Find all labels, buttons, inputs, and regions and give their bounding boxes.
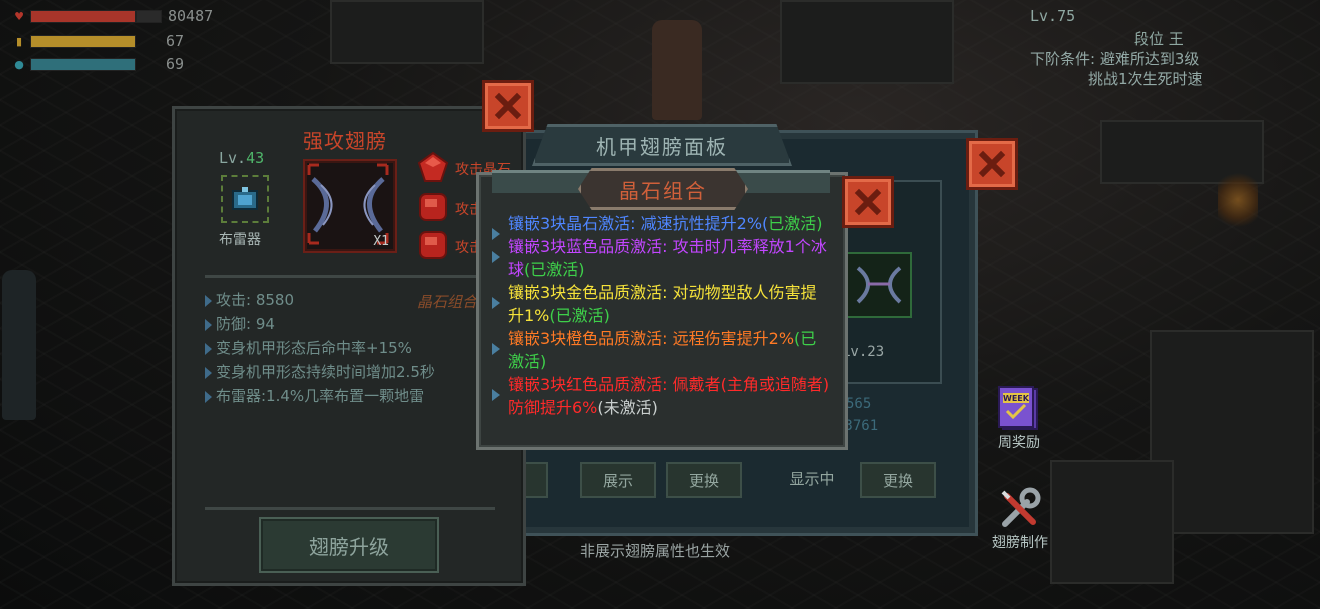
showing-status: 显示中 <box>789 469 835 488</box>
wing-craft-button[interactable]: 翅膀制作 <box>992 486 1048 552</box>
hp-bar-empty <box>136 9 162 23</box>
combo-status: (未激活) <box>597 398 658 417</box>
stat-attack: 攻击: 8580 <box>205 289 294 310</box>
mech-stat-1: 565 <box>846 396 872 412</box>
mech-wing-panel-title: 机甲翅膀面板 <box>532 124 792 166</box>
wing-level: Lv.43 <box>219 149 265 167</box>
wing-item-slot[interactable]: X1 <box>303 159 397 253</box>
combo-status: (已激活) <box>524 260 585 279</box>
swap-wing-button-1[interactable]: 更换 <box>666 462 742 498</box>
background-building <box>330 0 484 64</box>
combo-item: 镶嵌3块蓝色品质激活: 攻击时几率释放1个冰球(已激活) <box>490 235 830 281</box>
gem-combo-title: 晶石组合 <box>578 168 748 210</box>
weekly-reward-button[interactable]: WEEK 周奖励 <box>996 386 1042 452</box>
mech-slot-level: Lv.23 <box>842 344 885 360</box>
week-badge-text: WEEK <box>1003 394 1030 403</box>
bullet-arrow-icon <box>492 251 500 263</box>
background-shelf <box>1150 330 1314 534</box>
close-icon <box>854 188 882 216</box>
stat-hit-rate: 变身机甲形态后命中率+15% <box>205 337 412 358</box>
background-building <box>780 0 954 84</box>
gem-combo-link[interactable]: 晶石组合 <box>417 291 477 312</box>
show-wing-button[interactable]: 展示 <box>580 462 656 498</box>
gem-red-icon[interactable] <box>417 229 449 261</box>
wing-craft-label: 翅膀制作 <box>992 535 1048 551</box>
mine-layer-icon[interactable] <box>221 175 269 223</box>
gem-combo-list: 镶嵌3块晶石激活: 减速抗性提升2%(已激活) 镶嵌3块蓝色品质激活: 攻击时几… <box>490 212 830 419</box>
gem-combo-close-button[interactable] <box>842 176 894 228</box>
heart-icon: ♥ <box>14 9 24 23</box>
combo-item: 镶嵌3块金色品质激活: 对动物型敌人伤害提升1%(已激活) <box>490 281 830 327</box>
combo-item: 镶嵌3块橙色品质激活: 远程伤害提升2%(已激活) <box>490 327 830 373</box>
energy-icon: ▮ <box>15 34 23 48</box>
week-calendar-icon: WEEK <box>996 386 1042 432</box>
close-icon <box>494 92 522 120</box>
combo-item: 镶嵌3块红色品质激活: 佩戴者(主角或追随者)防御提升6%(未激活) <box>490 373 830 419</box>
mech-panel-note: 非展示翅膀属性也生效 <box>580 542 731 560</box>
energy-bar <box>30 34 136 48</box>
divider <box>205 507 495 510</box>
background-character <box>2 270 36 420</box>
wing-image <box>846 252 912 318</box>
bullet-arrow-icon <box>492 389 500 401</box>
water-row: ● 69 <box>12 55 185 73</box>
gem-red-icon[interactable] <box>417 191 449 223</box>
water-bar <box>30 57 136 71</box>
water-value: 69 <box>166 55 185 73</box>
mine-layer-label: 布雷器 <box>219 232 261 248</box>
stat-duration: 变身机甲形态持续时间增加2.5秒 <box>205 361 435 382</box>
hp-bar <box>30 9 136 23</box>
stat-defense: 防御: 94 <box>205 313 275 334</box>
rank-condition-1: 下阶条件: 避难所达到3级 <box>1030 50 1200 68</box>
combo-item: 镶嵌3块晶石激活: 减速抗性提升2%(已激活) <box>490 212 830 240</box>
gem-red-icon[interactable] <box>417 151 449 183</box>
bullet-arrow-icon <box>492 297 500 309</box>
swap-wing-button-2[interactable]: 更换 <box>860 462 936 498</box>
background-character <box>652 20 702 120</box>
background-fire <box>1218 170 1258 230</box>
stat-mine-layer: 布雷器:1.4%几率布置一颗地雷 <box>205 385 424 406</box>
bullet-arrow-icon <box>492 343 500 355</box>
player-level: Lv.75 <box>1030 7 1076 25</box>
combo-status: 已激活) <box>768 214 823 233</box>
combo-status: (已激活) <box>549 306 610 325</box>
mech-panel-close-button[interactable] <box>966 138 1018 190</box>
wing-panel-close-button[interactable] <box>482 80 534 132</box>
divider <box>205 275 495 278</box>
hp-value: 80487 <box>168 7 214 25</box>
wrench-screwdriver-icon <box>997 486 1043 532</box>
weekly-reward-label: 周奖励 <box>998 435 1040 451</box>
hp-row: ♥ 80487 <box>12 7 214 25</box>
rank-info[interactable]: Lv.75 段位 王 下阶条件: 避难所达到3级 挑战1次生死时速 <box>1030 6 1203 88</box>
wing-title: 强攻翅膀 <box>303 129 387 153</box>
water-drop-icon: ● <box>14 57 24 71</box>
background-shelf <box>1050 460 1174 584</box>
rank-title: 段位 王 <box>1134 30 1184 48</box>
wing-count: X1 <box>373 234 389 249</box>
rank-condition-2: 挑战1次生死时速 <box>1088 70 1203 88</box>
energy-row: ▮ 67 <box>12 32 185 50</box>
energy-value: 67 <box>166 32 185 50</box>
wing-detail-panel: 强攻翅膀 Lv.43 布雷器 X1 攻击晶石 攻击 攻击 攻击: 8580 防御… <box>172 106 526 586</box>
close-icon <box>978 150 1006 178</box>
wing-upgrade-button[interactable]: 翅膀升级 <box>259 517 439 573</box>
